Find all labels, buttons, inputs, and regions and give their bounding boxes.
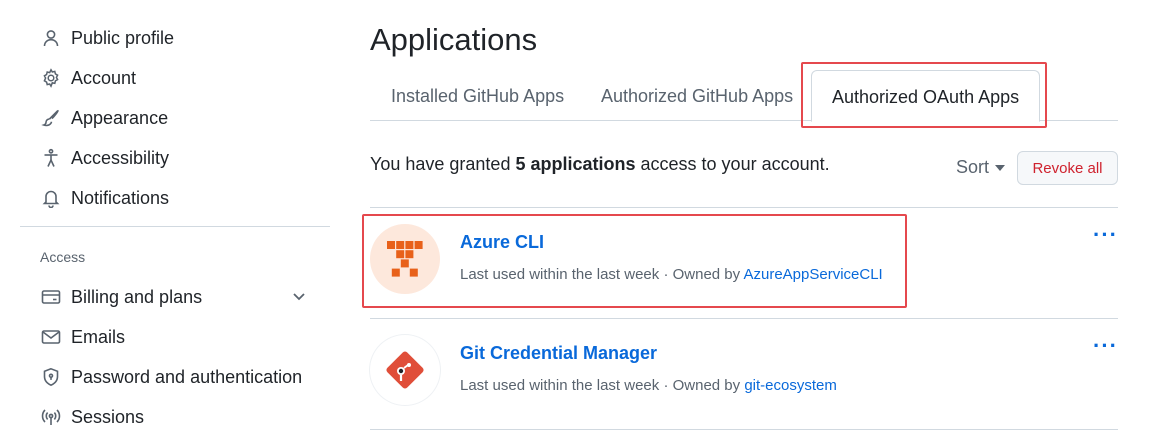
- sidebar-item-label: Sessions: [71, 406, 145, 427]
- sidebar-item-label: Accessibility: [71, 147, 170, 168]
- caret-down-icon: [995, 164, 1006, 171]
- sidebar-item-label: Public profile: [71, 27, 175, 48]
- paintbrush-icon: [40, 107, 62, 129]
- revoke-all-button[interactable]: Revoke all: [1017, 151, 1118, 185]
- grant-count: 5 applications: [515, 154, 636, 174]
- sidebar-divider: [20, 226, 330, 227]
- list-item: Git Credential Manager Last used within …: [370, 319, 1118, 415]
- app-meta-text: Last used within the last week · Owned b…: [460, 377, 745, 394]
- sidebar-item-appearance[interactable]: Appearance: [20, 98, 330, 138]
- shield-lock-icon: [40, 366, 62, 388]
- sidebar-item-accessibility[interactable]: Accessibility: [20, 138, 330, 178]
- gear-icon: [40, 67, 62, 89]
- mail-icon: [40, 326, 62, 348]
- kebab-menu-icon[interactable]: ···: [1093, 333, 1118, 359]
- sidebar-item-label: Appearance: [71, 107, 169, 128]
- tab-authorized-github-apps[interactable]: Authorized GitHub Apps: [601, 70, 793, 121]
- grant-summary: You have granted 5 applications access t…: [370, 154, 830, 175]
- sidebar-item-sessions[interactable]: Sessions: [20, 397, 330, 432]
- page-title: Applications: [370, 22, 538, 57]
- sidebar-section-access: Access: [40, 249, 86, 265]
- sidebar-item-billing[interactable]: Billing and plans: [20, 277, 330, 317]
- person-icon: [40, 27, 62, 49]
- bell-icon: [40, 187, 62, 209]
- sidebar-item-emails[interactable]: Emails: [20, 317, 330, 357]
- settings-sidebar: Public profile Account Appearance Access…: [20, 18, 330, 432]
- sidebar-item-label: Notifications: [71, 187, 170, 208]
- app-name-link[interactable]: Git Credential Manager: [460, 343, 657, 364]
- highlight-box-app: [362, 214, 907, 308]
- sidebar-item-label: Emails: [71, 326, 126, 347]
- sort-label: Sort: [956, 157, 990, 177]
- sort-dropdown[interactable]: Sort: [956, 157, 1006, 178]
- sidebar-item-account[interactable]: Account: [20, 58, 330, 98]
- tab-installed-github-apps[interactable]: Installed GitHub Apps: [391, 70, 564, 121]
- sidebar-item-label: Account: [71, 67, 137, 88]
- chevron-down-icon[interactable]: [290, 287, 308, 305]
- sidebar-item-password-authentication[interactable]: Password and authentication: [20, 357, 330, 397]
- credit-card-icon: [40, 286, 62, 308]
- git-credential-manager-logo: [370, 335, 440, 405]
- app-owner-link[interactable]: git-ecosystem: [744, 377, 837, 394]
- grant-suffix: access to your account.: [635, 154, 830, 174]
- broadcast-icon: [40, 406, 62, 428]
- sidebar-item-label: Billing and plans: [71, 286, 203, 307]
- accessibility-icon: [40, 147, 62, 169]
- highlight-box-tab: [801, 62, 1047, 128]
- sidebar-item-notifications[interactable]: Notifications: [20, 178, 330, 218]
- grant-prefix: You have granted: [370, 154, 516, 174]
- kebab-menu-icon[interactable]: ···: [1093, 222, 1118, 248]
- sidebar-item-label: Password and authentication: [71, 366, 303, 387]
- git-logo-icon: [386, 351, 424, 389]
- row-separator: [370, 429, 1118, 430]
- sidebar-item-public-profile[interactable]: Public profile: [20, 18, 330, 58]
- app-meta: Last used within the last week · Owned b…: [460, 377, 837, 394]
